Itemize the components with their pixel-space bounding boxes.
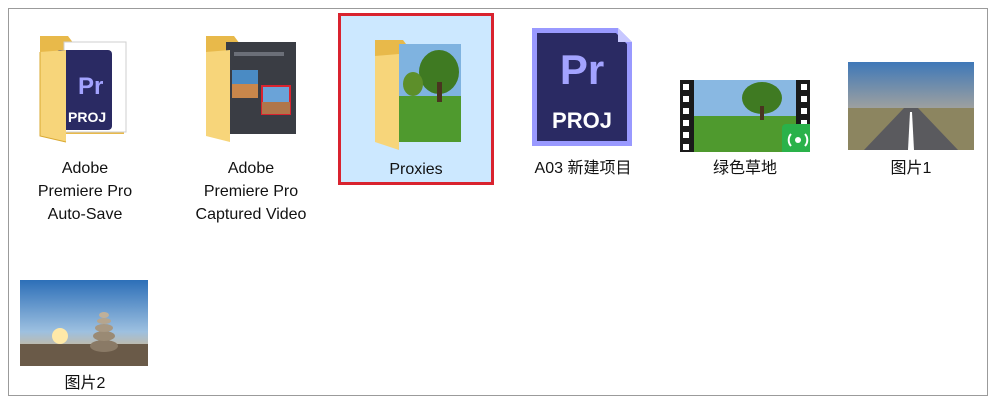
image-2[interactable]: 图片2 xyxy=(20,240,150,400)
green-grass-video[interactable]: 绿色草地 xyxy=(680,22,810,192)
item-label: Adobe Premiere Pro Captured Video xyxy=(195,160,307,223)
item-label: 绿色草地 xyxy=(712,160,777,177)
premiere-proj-icon: Pr PROJ xyxy=(518,22,648,152)
video-file-icon xyxy=(680,22,810,152)
stone-cairn-image-thumbnail xyxy=(20,240,150,370)
svg-text:Pr: Pr xyxy=(560,46,604,93)
svg-text:PROJ: PROJ xyxy=(552,108,612,133)
svg-text:PROJ: PROJ xyxy=(68,109,106,125)
image-1[interactable]: 图片1 xyxy=(846,22,976,192)
premiere-folder-icon: Pr PROJ xyxy=(20,22,150,152)
item-label: A03 新建项目 xyxy=(534,160,632,177)
premiere-autosave-folder[interactable]: Pr PROJ Adobe Premiere Pro Auto-Save xyxy=(20,22,150,232)
item-label: 图片2 xyxy=(64,375,106,392)
premiere-captured-folder[interactable]: Adobe Premiere Pro Captured Video xyxy=(186,22,316,232)
proxies-folder-icon xyxy=(353,26,483,156)
a03-project-file[interactable]: Pr PROJ A03 新建项目 xyxy=(518,22,648,192)
file-explorer-pane xyxy=(8,8,988,396)
item-label: Proxies xyxy=(389,161,443,178)
captured-video-folder-icon xyxy=(186,22,316,152)
road-image-thumbnail xyxy=(846,22,976,152)
item-label: 图片1 xyxy=(890,160,932,177)
svg-text:Pr: Pr xyxy=(78,73,103,100)
item-label: Adobe Premiere Pro Auto-Save xyxy=(37,160,133,223)
proxies-folder[interactable]: Proxies xyxy=(338,13,494,185)
